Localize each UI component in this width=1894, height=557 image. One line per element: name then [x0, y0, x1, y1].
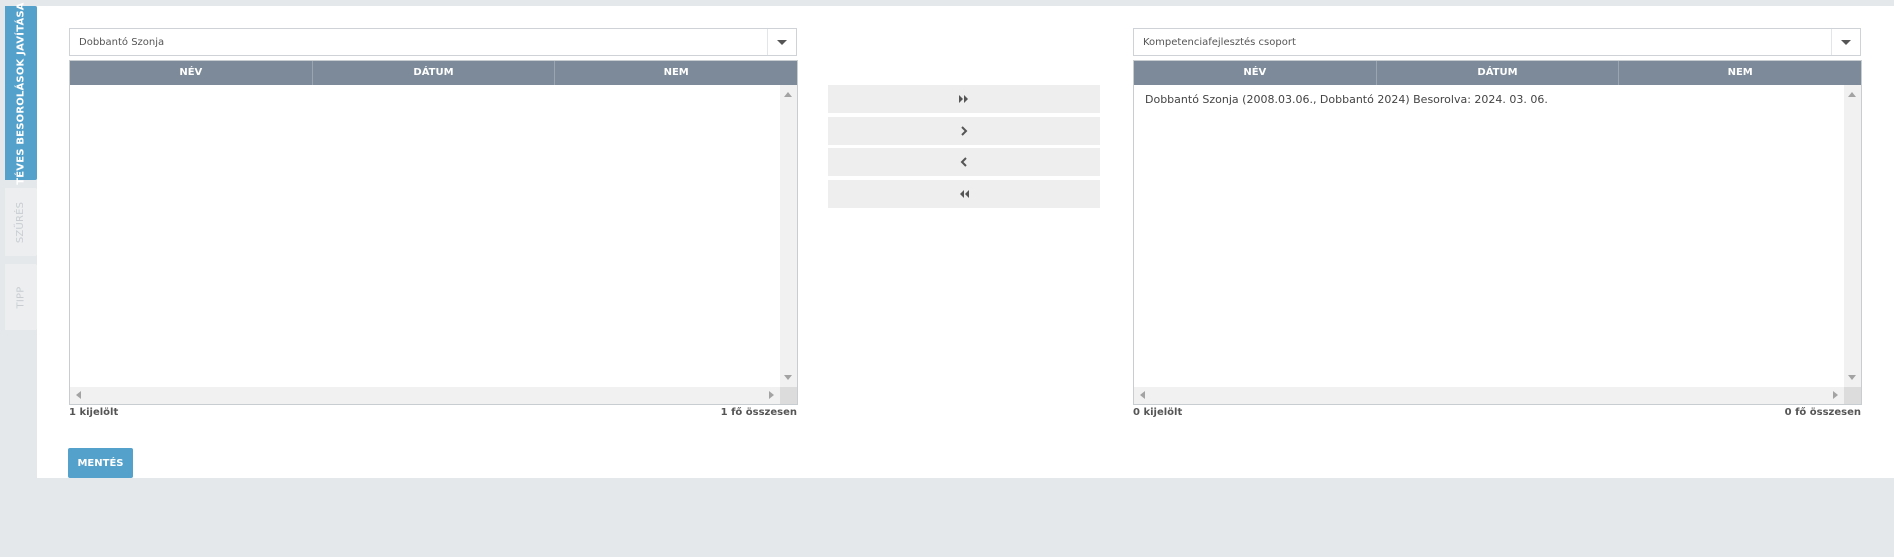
- double-chevron-left-icon: [960, 190, 969, 198]
- side-tab-tip-label: TIPP: [15, 286, 27, 308]
- left-list-body[interactable]: [70, 85, 780, 387]
- save-button[interactable]: MENTÉS: [68, 448, 133, 478]
- left-column-gender[interactable]: NEM: [555, 61, 797, 85]
- scroll-corner: [780, 387, 797, 404]
- scroll-right-icon[interactable]: [769, 391, 774, 399]
- right-vertical-scrollbar[interactable]: [1844, 85, 1861, 387]
- side-tab-filter[interactable]: SZŰRÉS: [5, 188, 37, 256]
- scroll-down-icon[interactable]: [1848, 375, 1856, 380]
- right-list-body[interactable]: Dobbantó Szonja (2008.03.06., Dobbantó 2…: [1134, 85, 1844, 387]
- chevron-down-icon[interactable]: [1831, 29, 1860, 55]
- left-column-date[interactable]: DÁTUM: [313, 61, 556, 85]
- chevron-down-icon[interactable]: [767, 29, 796, 55]
- right-column-gender[interactable]: NEM: [1619, 61, 1861, 85]
- left-horizontal-scrollbar[interactable]: [70, 387, 780, 404]
- right-listbox[interactable]: NÉV DÁTUM NEM Dobbantó Szonja (2008.03.0…: [1133, 60, 1862, 405]
- left-vertical-scrollbar[interactable]: [780, 85, 797, 387]
- list-item[interactable]: Dobbantó Szonja (2008.03.06., Dobbantó 2…: [1134, 85, 1844, 114]
- side-tab-tip[interactable]: TIPP: [5, 264, 37, 330]
- left-column-name[interactable]: NÉV: [70, 61, 313, 85]
- right-selected-count: 0 kijelölt: [1133, 407, 1183, 418]
- scroll-corner: [1844, 387, 1861, 404]
- scroll-left-icon[interactable]: [76, 391, 81, 399]
- double-chevron-right-icon: [959, 95, 968, 103]
- side-tab-corrections-label: TÉVES BESOROLÁSOK JAVÍTÁSA: [15, 1, 27, 185]
- right-table-header: NÉV DÁTUM NEM: [1134, 61, 1861, 85]
- left-total-count: 1 fő összesen: [720, 407, 797, 418]
- right-column-name[interactable]: NÉV: [1134, 61, 1377, 85]
- move-right-button[interactable]: [828, 117, 1100, 145]
- side-tab-corrections[interactable]: TÉVES BESOROLÁSOK JAVÍTÁSA: [5, 2, 37, 184]
- right-column-date[interactable]: DÁTUM: [1377, 61, 1620, 85]
- move-left-button[interactable]: [828, 148, 1100, 176]
- scroll-down-icon[interactable]: [784, 375, 792, 380]
- left-table-header: NÉV DÁTUM NEM: [70, 61, 797, 85]
- left-person-select[interactable]: Dobbantó Szonja: [69, 28, 797, 56]
- scroll-left-icon[interactable]: [1140, 391, 1145, 399]
- left-select-value: Dobbantó Szonja: [79, 37, 165, 48]
- side-tab-filter-label: SZŰRÉS: [15, 201, 27, 243]
- chevron-right-icon: [961, 126, 968, 136]
- right-horizontal-scrollbar[interactable]: [1134, 387, 1844, 404]
- right-total-count: 0 fő összesen: [1784, 407, 1861, 418]
- left-listbox[interactable]: NÉV DÁTUM NEM: [69, 60, 798, 405]
- move-all-left-button[interactable]: [828, 180, 1100, 208]
- scroll-up-icon[interactable]: [784, 92, 792, 97]
- left-selected-count: 1 kijelölt: [69, 407, 119, 418]
- right-group-select[interactable]: Kompetenciafejlesztés csoport: [1133, 28, 1861, 56]
- scroll-right-icon[interactable]: [1833, 391, 1838, 399]
- right-select-value: Kompetenciafejlesztés csoport: [1143, 37, 1296, 48]
- move-all-right-button[interactable]: [828, 85, 1100, 113]
- scroll-up-icon[interactable]: [1848, 92, 1856, 97]
- chevron-left-icon: [960, 157, 967, 167]
